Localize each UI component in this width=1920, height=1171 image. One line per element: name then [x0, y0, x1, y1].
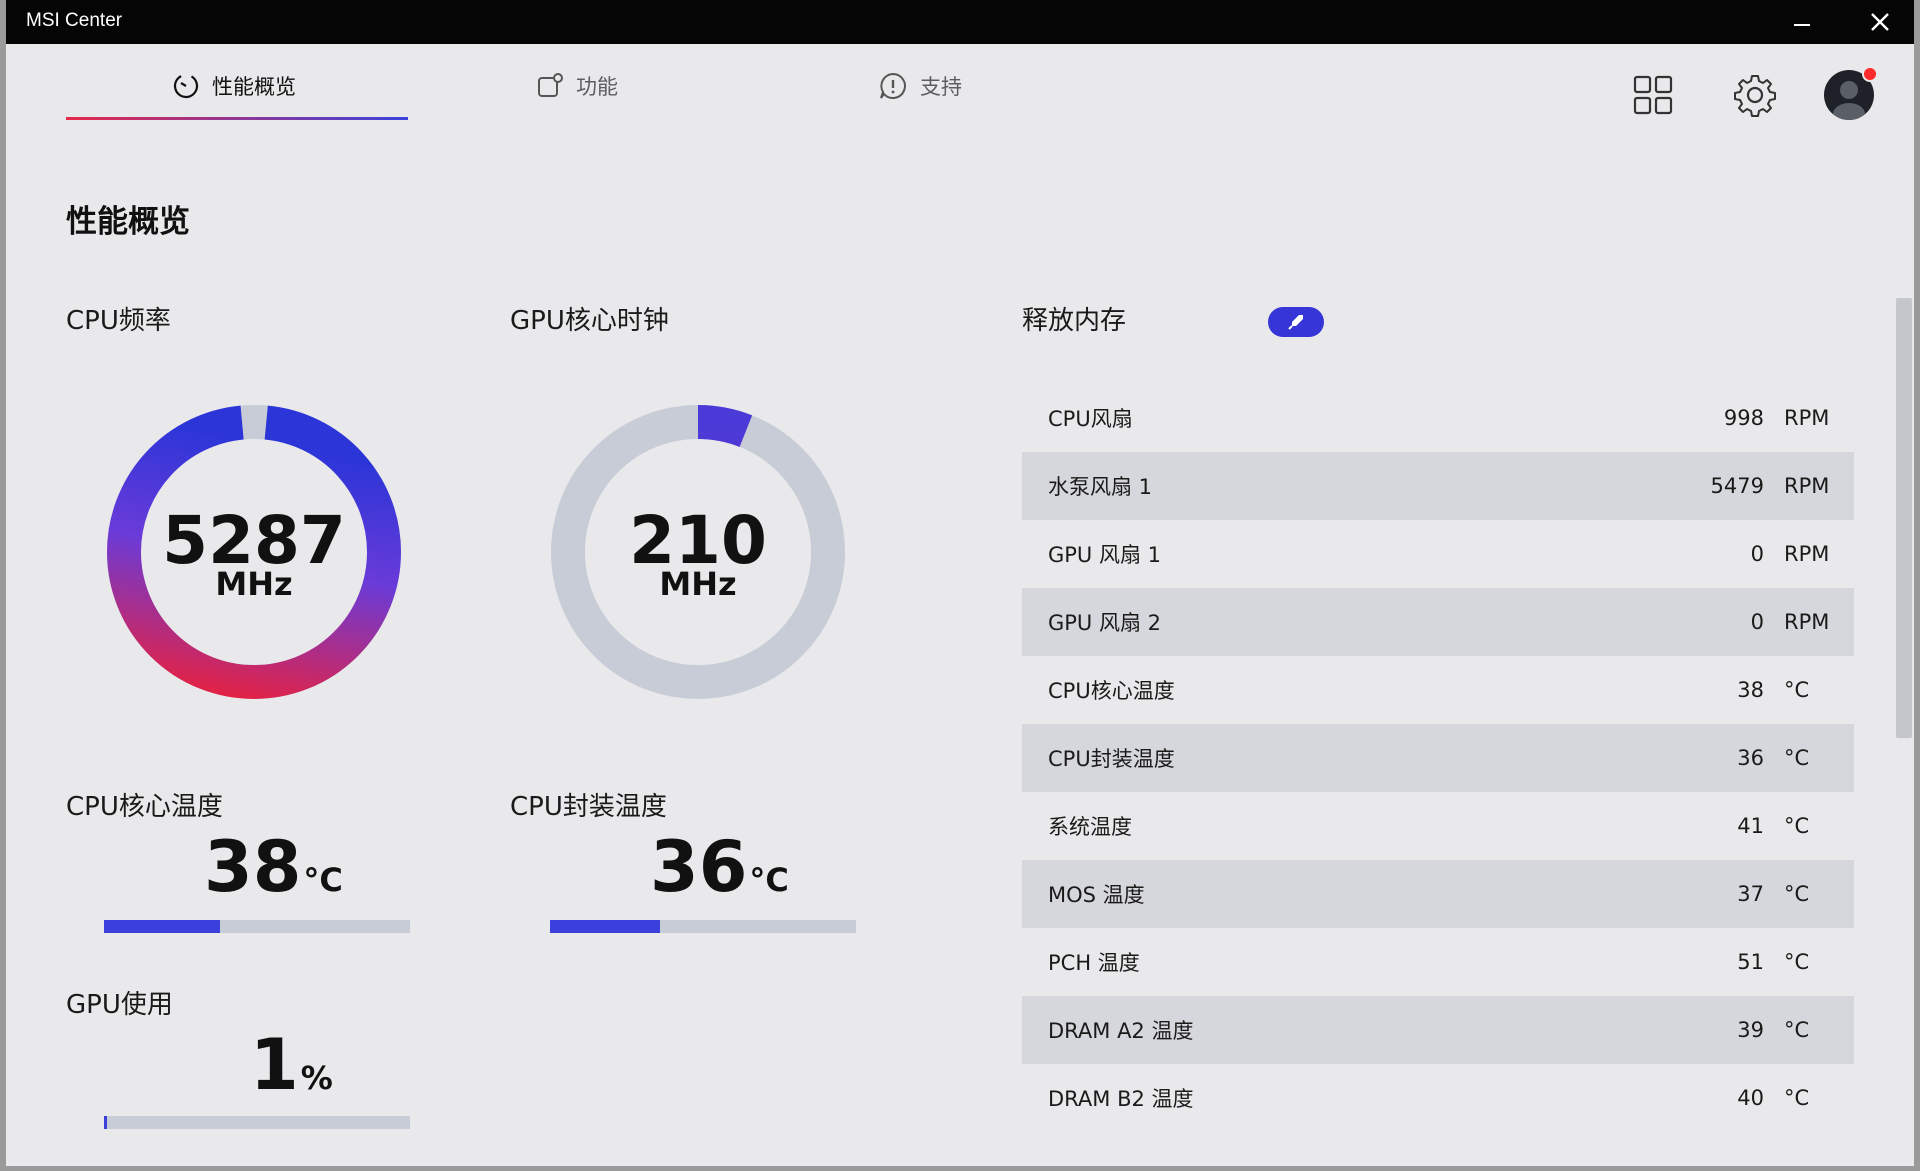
sensor-value: 51: [1737, 950, 1764, 974]
sensor-row: CPU风扇 998 RPM: [1022, 384, 1854, 452]
sensor-value: 38: [1737, 678, 1764, 702]
gpu-clock-unit: MHz: [659, 565, 737, 603]
sensor-row: CPU封装温度 36 °C: [1022, 724, 1854, 792]
feature-icon: [538, 73, 563, 97]
cpu-core-temp-readout: 38°C: [204, 832, 343, 902]
notification-dot: [1862, 66, 1878, 82]
close-button[interactable]: [1858, 6, 1902, 38]
sensor-name: CPU风扇: [1048, 407, 1133, 431]
sensor-unit: °C: [1784, 882, 1810, 906]
sensor-name: 水泵风扇 1: [1048, 475, 1153, 499]
gpu-usage-bar-fill: [104, 1116, 108, 1129]
sensor-name: PCH 温度: [1048, 951, 1140, 975]
sensor-row: MOS 温度 37 °C: [1022, 860, 1854, 928]
sensor-value: 36: [1737, 746, 1764, 770]
sensor-unit: °C: [1784, 814, 1810, 838]
tab-label: 性能概览: [212, 75, 296, 99]
tab-features[interactable]: 功能: [536, 68, 618, 104]
minimize-button[interactable]: [1780, 6, 1824, 38]
sensor-row: GPU 风扇 1 0 RPM: [1022, 520, 1854, 588]
sensor-row: DRAM A2 温度 39 °C: [1022, 996, 1854, 1064]
gauge-icon: [173, 73, 199, 99]
cpu-package-temp-value: 36: [650, 826, 748, 908]
sensor-name: CPU核心温度: [1048, 679, 1175, 703]
sensor-value: 0: [1750, 610, 1764, 634]
window-title: MSI Center: [26, 10, 123, 31]
cpu-frequency-label: CPU频率: [66, 306, 171, 336]
cpu-core-temp-bar: [104, 920, 410, 933]
close-icon: [1871, 13, 1889, 31]
page-title: 性能概览: [66, 204, 190, 240]
cpu-package-temp-readout: 36°C: [650, 832, 789, 902]
sensor-value: 40: [1737, 1086, 1764, 1110]
free-memory-label: 释放内存: [1022, 306, 1127, 336]
gpu-usage-bar: [104, 1116, 410, 1129]
tab-performance-overview[interactable]: 性能概览: [172, 68, 296, 104]
cpu-core-temp-label: CPU核心温度: [66, 792, 223, 822]
title-bar: MSI Center: [6, 0, 1914, 44]
cpu-frequency-unit: MHz: [215, 565, 293, 603]
sensor-value: 998: [1723, 406, 1764, 430]
sensor-unit: °C: [1784, 950, 1810, 974]
sensor-value: 37: [1737, 882, 1764, 906]
sensor-unit: °C: [1784, 678, 1810, 702]
sensor-name: DRAM A2 温度: [1048, 1019, 1194, 1043]
sensor-row: 系统温度 41 °C: [1022, 792, 1854, 860]
sensor-value: 5479: [1710, 474, 1764, 498]
gpu-usage-label: GPU使用: [66, 990, 173, 1020]
gpu-usage-value: 1: [250, 1024, 299, 1106]
sensor-row: DRAM B2 温度 40 °C: [1022, 1064, 1854, 1132]
sensor-row: GPU 风扇 2 0 RPM: [1022, 588, 1854, 656]
sensor-name: GPU 风扇 1: [1048, 543, 1162, 567]
cpu-package-temp-bar-fill: [550, 920, 661, 933]
sensor-unit: RPM: [1784, 610, 1830, 634]
sensor-name: MOS 温度: [1048, 883, 1145, 907]
tab-label: 功能: [576, 75, 618, 99]
support-icon: [880, 72, 906, 99]
sensor-unit: RPM: [1784, 474, 1830, 498]
settings-button[interactable]: [1730, 70, 1780, 120]
cpu-package-temp-label: CPU封装温度: [510, 792, 667, 822]
sensor-row: 水泵风扇 1 5479 RPM: [1022, 452, 1854, 520]
msi-center-window: MSI Center 性能概览 功能 支持 性能概览 CPU频率 5287 MH…: [6, 0, 1914, 1166]
gear-icon: [1734, 75, 1776, 117]
cpu-core-temp-bar-fill: [104, 920, 221, 933]
minimize-icon: [1794, 24, 1810, 26]
sensor-value: 0: [1750, 542, 1764, 566]
cpu-package-temp-bar: [550, 920, 856, 933]
sensor-unit: °C: [1784, 746, 1810, 770]
tab-support[interactable]: 支持: [878, 68, 962, 104]
sensor-name: 系统温度: [1048, 815, 1132, 839]
grid-view-button[interactable]: [1628, 70, 1678, 120]
sensor-name: GPU 风扇 2: [1048, 611, 1162, 635]
sensor-value: 41: [1737, 814, 1764, 838]
gpu-clock-label: GPU核心时钟: [510, 306, 669, 336]
sensor-name: DRAM B2 温度: [1048, 1087, 1194, 1111]
sensor-unit: RPM: [1784, 406, 1830, 430]
gpu-usage-readout: 1%: [250, 1030, 333, 1100]
sensor-value: 39: [1737, 1018, 1764, 1042]
sensor-name: CPU封装温度: [1048, 747, 1175, 771]
cpu-core-temp-unit: °C: [303, 861, 343, 899]
sensor-unit: °C: [1784, 1018, 1810, 1042]
gpu-usage-unit: %: [300, 1059, 333, 1097]
active-tab-indicator: [66, 117, 408, 120]
scrollbar-thumb[interactable]: [1896, 298, 1912, 738]
sensor-unit: RPM: [1784, 542, 1830, 566]
free-memory-button[interactable]: [1268, 307, 1324, 337]
cpu-package-temp-unit: °C: [749, 861, 789, 899]
tab-label: 支持: [920, 75, 962, 99]
sensor-table: CPU风扇 998 RPM 水泵风扇 1 5479 RPM GPU 风扇 1 0 RPM GPU …: [1022, 384, 1854, 1132]
sensor-row: PCH 温度 51 °C: [1022, 928, 1854, 996]
sensor-unit: °C: [1784, 1086, 1810, 1110]
sensor-row: CPU核心温度 38 °C: [1022, 656, 1854, 724]
grid-icon: [1633, 75, 1673, 115]
cpu-core-temp-value: 38: [204, 826, 302, 908]
rocket-icon: [1288, 315, 1303, 330]
